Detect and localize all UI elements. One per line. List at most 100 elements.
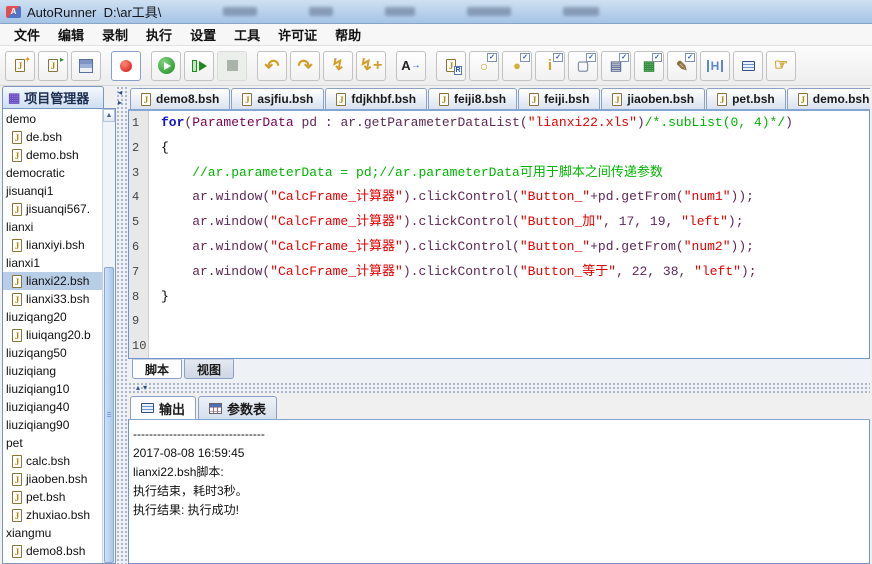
code-line: 6 ar.window("CalcFrame_计算器").clickContro… — [129, 235, 869, 260]
checkpoint-data-button[interactable]: ●✓ — [502, 51, 532, 81]
line-number: 7 — [129, 260, 149, 285]
tree-item-pet[interactable]: pet — [3, 434, 102, 452]
tree-item-demo.bsh[interactable]: Jdemo.bsh — [3, 146, 102, 164]
tree-item-liuziqiang10[interactable]: liuziqiang10 — [3, 380, 102, 398]
save-button[interactable] — [71, 51, 101, 81]
script-file-icon: J — [12, 131, 22, 144]
handover-button[interactable]: ☞ — [766, 51, 796, 81]
tree-item-jisuanqi1[interactable]: jisuanqi1 — [3, 182, 102, 200]
output-console[interactable]: ---------------------------------2017-08… — [128, 420, 870, 564]
tab-script[interactable]: 脚本 — [132, 359, 182, 379]
checkpoint-area-check-badge: ✓ — [586, 53, 596, 62]
tree-item-demo[interactable]: demo — [3, 110, 102, 128]
sync-compare-button[interactable]: H — [700, 51, 730, 81]
import-script-button[interactable]: J▸ — [38, 51, 68, 81]
editor-tab-fdjkhbf.bsh[interactable]: Jfdjkhbf.bsh — [325, 88, 427, 109]
editor-tab-jiaoben.bsh[interactable]: Jjiaoben.bsh — [601, 88, 705, 109]
editor-tab-feiji.bsh[interactable]: Jfeiji.bsh — [518, 88, 600, 109]
code-line: 8} — [129, 285, 869, 310]
checkpoint-area-button[interactable]: ▢✓ — [568, 51, 598, 81]
titlebar[interactable]: A AutoRunner D:\ar工具\ — [0, 0, 872, 24]
tree-scrollbar-thumb[interactable] — [104, 267, 114, 563]
menu-item-settings[interactable]: 设置 — [182, 23, 224, 46]
vertical-splitter[interactable]: ◂ ▸ — [116, 86, 128, 564]
code-line: 5 ar.window("CalcFrame_计算器").clickContro… — [129, 210, 869, 235]
tree-item-liuziqiang40[interactable]: liuziqiang40 — [3, 398, 102, 416]
project-manager-tab[interactable]: ▦ 项目管理器 — [2, 86, 104, 108]
collapse-down-icon[interactable]: ▾ — [143, 384, 147, 392]
line-number: 9 — [129, 309, 149, 334]
menu-item-edit[interactable]: 编辑 — [50, 23, 92, 46]
menu-item-record[interactable]: 录制 — [94, 23, 136, 46]
tree-item-lianxi22.bsh[interactable]: Jlianxi22.bsh — [3, 272, 102, 290]
tree-item-calc.bsh[interactable]: Jcalc.bsh — [3, 452, 102, 470]
object-spy-plus-button[interactable]: ↯+ — [356, 51, 386, 81]
script-file-icon: J — [12, 293, 22, 306]
tree-item-label: pet — [6, 436, 23, 450]
tree-item-liuziqiang90[interactable]: liuziqiang90 — [3, 416, 102, 434]
record-button[interactable] — [111, 51, 141, 81]
tree-scrollbar[interactable]: ▲ — [102, 109, 115, 563]
code-line-text — [149, 334, 161, 359]
scroll-up-icon[interactable]: ▲ — [103, 109, 115, 122]
editor-tab-feiji8.bsh[interactable]: Jfeiji8.bsh — [428, 88, 517, 109]
tab-output[interactable]: 输出 — [130, 396, 196, 419]
tree-item-label: liuziqang50 — [6, 346, 67, 360]
editor-tab-pet.bsh[interactable]: Jpet.bsh — [706, 88, 786, 109]
editor-tab-demo8.bsh[interactable]: Jdemo8.bsh — [130, 88, 230, 109]
menu-item-file[interactable]: 文件 — [6, 23, 48, 46]
collapse-right-icon[interactable]: ▸ — [118, 99, 122, 107]
editor-tab-demo.bsh[interactable]: Jdemo.bsh — [787, 88, 870, 109]
tree-item-liuziqang50[interactable]: liuziqang50 — [3, 344, 102, 362]
checkpoint-excel-button[interactable]: ▦✓ — [634, 51, 664, 81]
tree-item-jiaoben.bsh[interactable]: Jjiaoben.bsh — [3, 470, 102, 488]
tree-item-label: democratic — [6, 166, 65, 180]
collapse-up-icon[interactable]: ▴ — [136, 384, 140, 392]
tree-item-pet.bsh[interactable]: Jpet.bsh — [3, 488, 102, 506]
new-script-button[interactable]: J✦ — [5, 51, 35, 81]
run-button[interactable] — [151, 51, 181, 81]
menu-item-tools[interactable]: 工具 — [226, 23, 268, 46]
menu-item-license[interactable]: 许可证 — [270, 23, 325, 46]
code-editor[interactable]: 1for(ParameterData pd : ar.getParameterD… — [128, 111, 870, 359]
tab-parameter-table[interactable]: 参数表 — [198, 396, 277, 419]
tree-item-jisuanqi567.[interactable]: Jjisuanqi567. — [3, 200, 102, 218]
stop-button[interactable] — [217, 51, 247, 81]
tree-item-lianxi1[interactable]: lianxi1 — [3, 254, 102, 272]
checkpoint-info-button[interactable]: i✓ — [535, 51, 565, 81]
tree-item-demo8.bsh[interactable]: Jdemo8.bsh — [3, 542, 102, 560]
editor-tab-asjfiu.bsh[interactable]: Jasjfiu.bsh — [231, 88, 324, 109]
tab-view[interactable]: 视图 — [184, 359, 234, 379]
line-number: 3 — [129, 161, 149, 186]
collapse-left-icon[interactable]: ◂ — [118, 89, 122, 97]
menu-item-run[interactable]: 执行 — [138, 23, 180, 46]
tree-item-label: liuziqang20 — [6, 310, 67, 324]
redo-button[interactable]: ↷ — [290, 51, 320, 81]
object-spy-button[interactable]: ↯ — [323, 51, 353, 81]
tree-item-de.bsh[interactable]: Jde.bsh — [3, 128, 102, 146]
tree-item-lianxi33.bsh[interactable]: Jlianxi33.bsh — [3, 290, 102, 308]
run-step-button[interactable] — [184, 51, 214, 81]
tree-item-lianxiyi.bsh[interactable]: Jlianxiyi.bsh — [3, 236, 102, 254]
checkpoint-object-button[interactable]: ○✓ — [469, 51, 499, 81]
checkpoint-edit-button[interactable]: ✎✓ — [667, 51, 697, 81]
tree-item-liuziqang20[interactable]: liuziqang20 — [3, 308, 102, 326]
font-convert-button[interactable]: A→ — [396, 51, 426, 81]
undo-button[interactable]: ↶ — [257, 51, 287, 81]
tree-item-label: jisuanqi567. — [26, 202, 90, 216]
tree-item-lianxi[interactable]: lianxi — [3, 218, 102, 236]
code-line: 7 ar.window("CalcFrame_计算器").clickContro… — [129, 260, 869, 285]
script-config-button[interactable]: JR — [436, 51, 466, 81]
tree-item-liuiqang20.b[interactable]: Jliuiqang20.b — [3, 326, 102, 344]
tree-item-xiangmu[interactable]: xiangmu — [3, 524, 102, 542]
script-file-icon: J — [141, 93, 151, 106]
horizontal-splitter[interactable]: ▴ ▾ — [128, 382, 870, 393]
script-file-icon: J — [12, 275, 22, 288]
script-config-icon: JR — [446, 59, 456, 72]
tree-item-democratic[interactable]: democratic — [3, 164, 102, 182]
checkpoint-doc-button[interactable]: ▤✓ — [601, 51, 631, 81]
message-output-button[interactable] — [733, 51, 763, 81]
tree-item-liuziqiang[interactable]: liuziqiang — [3, 362, 102, 380]
menu-item-help[interactable]: 帮助 — [327, 23, 369, 46]
tree-item-zhuxiao.bsh[interactable]: Jzhuxiao.bsh — [3, 506, 102, 524]
